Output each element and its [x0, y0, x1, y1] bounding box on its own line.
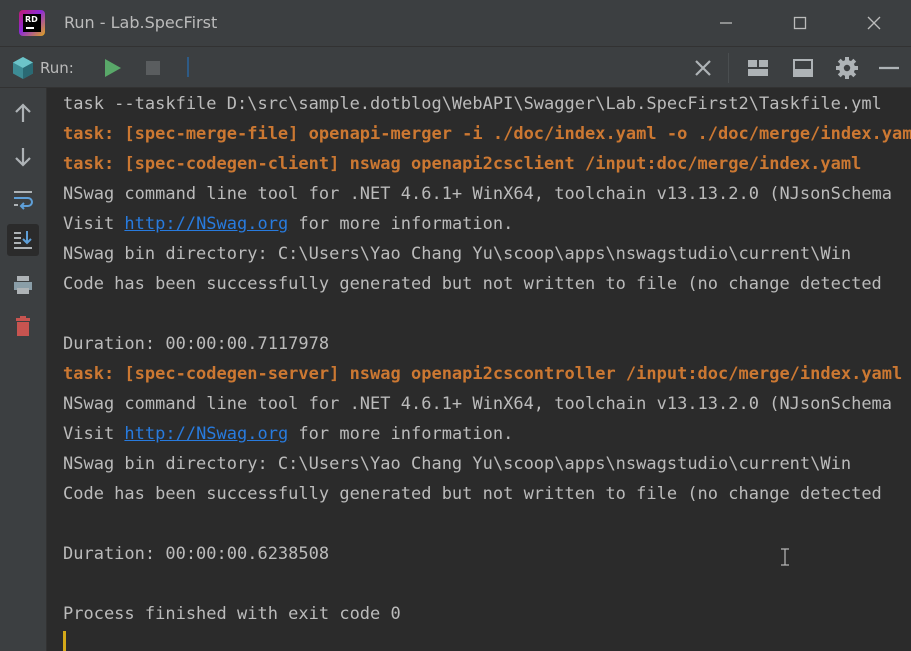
title-bar: RD Run - Lab.SpecFirst: [0, 0, 911, 46]
previous-occurrence-button[interactable]: [7, 97, 39, 129]
console-line: NSwag command line tool for .NET 4.6.1+ …: [63, 394, 893, 414]
soft-wrap-button[interactable]: [7, 183, 39, 215]
console-line: Visit http://NSwag.org for more informat…: [63, 419, 513, 449]
text-cursor-icon: [778, 547, 792, 571]
console-text: Visit: [63, 424, 125, 444]
console-text: for more information.: [288, 424, 514, 444]
console-line: NSwag bin directory: C:\Users\Yao Chang …: [63, 454, 852, 474]
nswag-link[interactable]: http://NSwag.org: [124, 424, 288, 444]
clear-all-button[interactable]: [7, 310, 39, 342]
run-config-icon: [11, 56, 35, 84]
rider-logo-icon: RD: [19, 10, 45, 36]
run-label: Run:: [40, 59, 74, 77]
console-line: Duration: 00:00:00.6238508: [63, 544, 330, 564]
scroll-to-end-icon: [14, 231, 32, 249]
print-button[interactable]: [7, 269, 39, 301]
console-line: NSwag command line tool for .NET 4.6.1+ …: [63, 184, 893, 204]
tab-marker: [187, 57, 189, 77]
close-tab-button[interactable]: [690, 55, 716, 81]
rerun-button[interactable]: [99, 55, 125, 81]
close-tab-icon: [695, 60, 711, 76]
separator: [728, 53, 729, 83]
hide-button[interactable]: [876, 55, 902, 81]
restore-layout-icon: [793, 59, 813, 77]
restore-layout-button[interactable]: [790, 55, 816, 81]
logo-text: RD: [25, 15, 38, 24]
layout-icon: [748, 60, 768, 76]
up-arrow-icon: [15, 103, 31, 122]
console-line-task: task: [spec-codegen-server] nswag openap…: [63, 364, 903, 384]
nswag-link[interactable]: http://NSwag.org: [124, 214, 288, 234]
stop-button[interactable]: [140, 55, 166, 81]
down-arrow-icon: [15, 148, 31, 167]
console-line-task: task: [spec-codegen-client] nswag openap…: [63, 154, 862, 174]
console-line: Visit http://NSwag.org for more informat…: [63, 209, 513, 239]
trash-icon: [16, 316, 30, 336]
window-title: Run - Lab.SpecFirst: [64, 13, 218, 32]
soft-wrap-icon: [14, 191, 33, 210]
console-line: task --taskfile D:\src\sample.dotblog\We…: [63, 94, 882, 114]
text-caret: [63, 631, 66, 651]
console-output[interactable]: task --taskfile D:\src\sample.dotblog\We…: [47, 88, 911, 651]
layout-button[interactable]: [745, 55, 771, 81]
minimize-icon: [720, 22, 732, 24]
next-occurrence-button[interactable]: [7, 141, 39, 173]
console-line-task: task: [spec-merge-file] openapi-merger -…: [63, 124, 911, 144]
close-window-button[interactable]: [859, 8, 889, 38]
close-icon: [867, 16, 881, 30]
console-line: Process finished with exit code 0: [63, 604, 401, 624]
settings-button[interactable]: [834, 55, 860, 81]
stop-icon: [146, 61, 160, 75]
settings-icon: [836, 57, 858, 79]
maximize-icon: [793, 16, 807, 30]
console-text: Visit: [63, 214, 125, 234]
minimize-button[interactable]: [711, 8, 741, 38]
console-text: for more information.: [288, 214, 514, 234]
scroll-to-end-button[interactable]: [7, 224, 39, 256]
console-line: NSwag bin directory: C:\Users\Yao Chang …: [63, 244, 852, 264]
maximize-button[interactable]: [785, 8, 815, 38]
print-icon: [14, 276, 32, 294]
run-toolbar: Run:: [0, 46, 911, 88]
console-line: Code has been successfully generated but…: [63, 274, 882, 294]
console-line: Duration: 00:00:00.7117978: [63, 334, 330, 354]
console-side-toolbar: [0, 88, 47, 651]
rerun-icon: [105, 59, 121, 77]
console-line: Code has been successfully generated but…: [63, 484, 882, 504]
hide-icon: [879, 66, 899, 70]
